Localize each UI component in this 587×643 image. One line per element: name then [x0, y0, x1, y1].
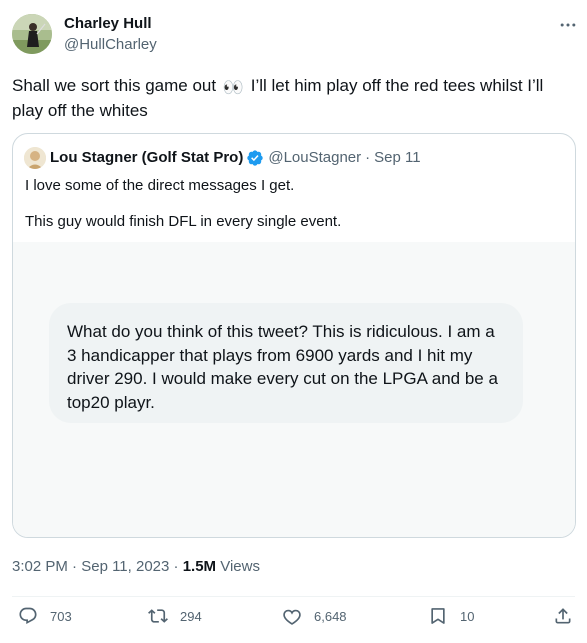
- author-avatar[interactable]: [12, 14, 52, 54]
- quoted-author-avatar: [24, 147, 46, 169]
- tweet-text-part-1: Shall we sort this game out: [12, 76, 217, 95]
- views-label: Views: [220, 558, 260, 575]
- more-dots-icon: [560, 23, 576, 27]
- quoted-author-name: Lou Stagner (Golf Stat Pro): [50, 149, 244, 166]
- author-handle[interactable]: @HullCharley: [64, 36, 157, 54]
- bookmark-button[interactable]: 10: [428, 606, 474, 626]
- reply-button[interactable]: 703: [18, 606, 72, 626]
- avatar-photo: [12, 14, 52, 54]
- share-button[interactable]: [553, 606, 573, 626]
- eyes-emoji: 👀: [222, 78, 245, 97]
- like-count: 6,648: [314, 608, 347, 624]
- heart-icon: [283, 609, 301, 625]
- author-name[interactable]: Charley Hull: [64, 15, 152, 33]
- quoted-text-line-1: I love some of the direct messages I get…: [25, 177, 295, 194]
- quoted-media-image[interactable]: What do you think of this tweet? This is…: [13, 242, 575, 537]
- quoted-date: Sep 11: [374, 149, 421, 166]
- retweet-icon: [148, 609, 168, 623]
- tweet-text: Shall we sort this game out 👀 I’ll let h…: [12, 74, 572, 122]
- quoted-avatar-photo: [24, 147, 46, 169]
- tweet-meta: 3:02 PM · Sep 11, 2023 · 1.5M Views: [12, 557, 260, 577]
- dm-message-bubble: What do you think of this tweet? This is…: [49, 303, 523, 423]
- tweet-time: 3:02 PM: [12, 558, 68, 575]
- dm-message-text: What do you think of this tweet? This is…: [67, 322, 498, 412]
- share-icon: [555, 608, 571, 624]
- views-count: 1.5M: [182, 558, 217, 575]
- tweet-date: Sep 11, 2023: [81, 558, 170, 575]
- quoted-author-handle: @LouStagner: [268, 149, 362, 166]
- quoted-tweet-header: Lou Stagner (Golf Stat Pro) @LouStagner …: [50, 148, 421, 168]
- retweet-button[interactable]: 294: [148, 606, 202, 626]
- verified-badge-icon: [247, 150, 264, 166]
- like-button[interactable]: 6,648: [282, 606, 347, 626]
- divider: [12, 596, 575, 597]
- retweet-count: 294: [180, 608, 202, 624]
- tweet-time-link[interactable]: 3:02 PM · Sep 11, 2023: [12, 558, 169, 575]
- bookmark-count: 10: [460, 608, 475, 624]
- more-options-button[interactable]: [554, 14, 582, 36]
- quoted-text-line-2: This guy would finish DFL in every singl…: [25, 213, 342, 230]
- bookmark-icon: [431, 608, 445, 624]
- quoted-separator: ·: [365, 149, 371, 166]
- tweet-actions: 703 294 6,648 10: [12, 606, 575, 628]
- meta-separator: ·: [72, 558, 78, 575]
- reply-icon: [19, 607, 37, 625]
- meta-separator-2: ·: [173, 558, 179, 575]
- quoted-tweet[interactable]: Lou Stagner (Golf Stat Pro) @LouStagner …: [12, 133, 576, 538]
- reply-count: 703: [50, 608, 72, 624]
